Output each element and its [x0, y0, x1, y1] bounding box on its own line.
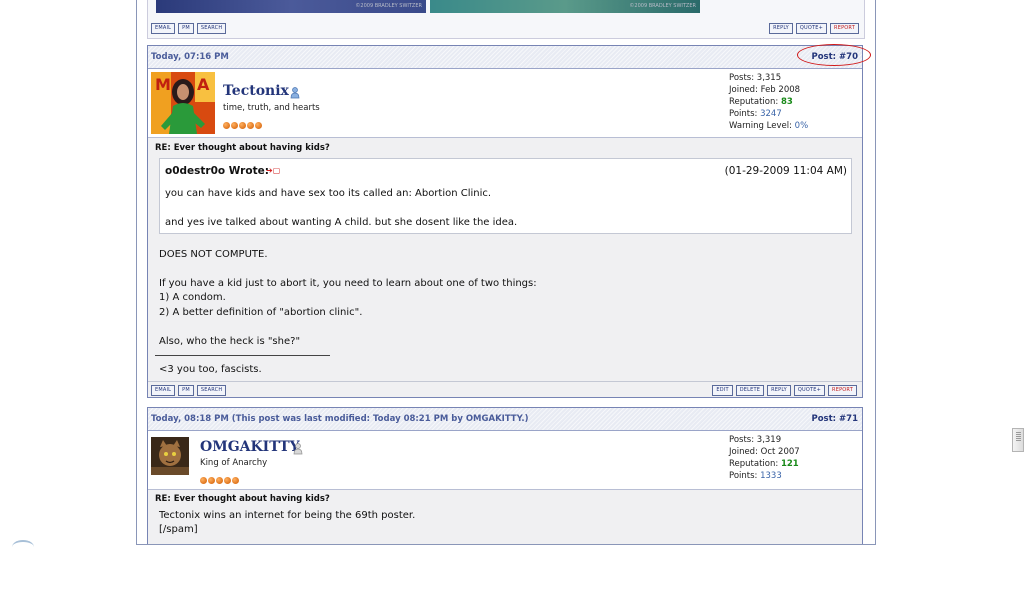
- post-buttons-right: EDIT DELETE REPLY QUOTE+ REPORT: [712, 385, 860, 396]
- username-link[interactable]: OMGAKITTY: [200, 439, 300, 455]
- user-title: King of Anarchy: [200, 458, 268, 468]
- signature-banner-right: ©2009 BRADLEY SWITZER: [430, 0, 700, 13]
- post-text-line: DOES NOT COMPUTE.: [159, 249, 268, 260]
- signature-banner-left: ©2009 BRADLEY SWITZER: [156, 0, 426, 13]
- annotation-circle: [797, 44, 871, 66]
- user-stats: Posts: 3,315 Joined: Feb 2008 Reputation…: [729, 73, 809, 131]
- post-author-block: OMGAKITTY King of Anarchy Posts: 3,319 J…: [148, 431, 862, 489]
- pm-button[interactable]: PM: [178, 23, 194, 34]
- post-date: Today, 07:16 PM: [151, 52, 229, 62]
- post-70: Today, 07:16 PM Post: #70 M A Tectonix t…: [147, 45, 863, 398]
- post-buttons-left: EMAIL PM SEARCH: [151, 385, 229, 396]
- post-header: Today, 08:18 PM (This post was last modi…: [148, 408, 862, 431]
- offline-status-icon: [290, 84, 300, 99]
- join-date: Oct 2007: [760, 447, 800, 457]
- search-button[interactable]: SEARCH: [196, 23, 227, 34]
- post-subject: RE: Ever thought about having kids?: [155, 143, 330, 153]
- search-button[interactable]: SEARCH: [196, 385, 227, 396]
- post-text-line: [/spam]: [159, 524, 198, 535]
- reply-button[interactable]: REPLY: [769, 23, 793, 34]
- reply-button[interactable]: REPLY: [767, 385, 791, 396]
- signature-text: <3 you too, fascists.: [159, 364, 262, 375]
- post-subject: RE: Ever thought about having kids?: [155, 494, 330, 504]
- report-button[interactable]: REPORT: [828, 385, 857, 396]
- reputation-stars-icon: [200, 469, 240, 484]
- scrollbar-thumb[interactable]: [1012, 428, 1024, 452]
- reputation-link[interactable]: 83: [781, 97, 793, 107]
- post-text-line: Also, who the heck is "she?": [159, 336, 301, 347]
- user-stats: Posts: 3,319 Joined: Oct 2007 Reputation…: [729, 435, 800, 481]
- corner-decoration: [12, 540, 34, 554]
- username-link[interactable]: Tectonix: [223, 83, 289, 99]
- signature-divider: [155, 355, 330, 356]
- post-count: 3,319: [756, 435, 782, 445]
- post-text-line: If you have a kid just to abort it, you …: [159, 278, 537, 289]
- forum-content-frame: ©2009 BRADLEY SWITZER ©2009 BRADLEY SWIT…: [136, 0, 876, 545]
- post-body: RE: Ever thought about having kids? o0de…: [148, 137, 862, 381]
- email-button[interactable]: EMAIL: [151, 23, 176, 34]
- prev-post-buttons-right: REPLY QUOTE+ REPORT: [769, 23, 862, 34]
- post-71: Today, 08:18 PM (This post was last modi…: [147, 407, 863, 544]
- post-footer: EMAIL PM SEARCH EDIT DELETE REPLY QUOTE+ REPOR…: [148, 381, 862, 396]
- svg-text:M: M: [155, 75, 171, 94]
- post-number-link[interactable]: Post: #71: [811, 414, 858, 424]
- reputation-link[interactable]: 121: [781, 459, 799, 469]
- post-text-line: 1) A condom.: [159, 292, 226, 303]
- post-date: Today, 08:18 PM (This post was last modi…: [151, 414, 529, 424]
- quote-button[interactable]: QUOTE+: [795, 23, 828, 34]
- quote-line: and yes ive talked about wanting A child…: [165, 217, 518, 228]
- reputation-stars-icon: [223, 114, 263, 129]
- svg-text:A: A: [197, 75, 210, 94]
- user-title: time, truth, and hearts: [223, 103, 320, 113]
- post-author-block: M A Tectonix time, truth, and hearts Pos…: [148, 69, 862, 137]
- join-date: Feb 2008: [760, 85, 801, 95]
- post-text-line: 2) A better definition of "abortion clin…: [159, 307, 363, 318]
- warning-level-link[interactable]: 0%: [795, 121, 809, 131]
- pm-button[interactable]: PM: [178, 385, 194, 396]
- offline-status-icon: [293, 440, 303, 455]
- post-count: 3,315: [756, 73, 782, 83]
- points-link[interactable]: 1333: [760, 471, 782, 481]
- quote-button[interactable]: QUOTE+: [793, 385, 826, 396]
- view-post-arrow-icon[interactable]: ➔▢: [266, 166, 280, 175]
- quote-block: o0destr0o Wrote: ➔▢ (01-29-2009 11:04 AM…: [159, 158, 852, 234]
- previous-post-tail: ©2009 BRADLEY SWITZER ©2009 BRADLEY SWIT…: [147, 0, 865, 39]
- post-body: RE: Ever thought about having kids? Tect…: [148, 489, 862, 544]
- post-text-line: Tectonix wins an internet for being the …: [159, 510, 416, 521]
- post-header: Today, 07:16 PM Post: #70: [148, 46, 862, 69]
- avatar[interactable]: [151, 437, 189, 479]
- email-button[interactable]: EMAIL: [151, 385, 176, 396]
- delete-button[interactable]: DELETE: [735, 385, 765, 396]
- quote-line: you can have kids and have sex too its c…: [165, 188, 492, 199]
- edit-button[interactable]: EDIT: [712, 385, 733, 396]
- report-button[interactable]: REPORT: [830, 23, 859, 34]
- prev-post-buttons-left: EMAIL PM SEARCH: [151, 23, 229, 34]
- quote-author: o0destr0o Wrote:: [165, 165, 269, 177]
- points-link[interactable]: 3247: [760, 109, 782, 119]
- scrollbar-track[interactable]: [1012, 0, 1024, 616]
- avatar[interactable]: M A: [151, 72, 215, 138]
- quote-date: (01-29-2009 11:04 AM): [724, 165, 847, 177]
